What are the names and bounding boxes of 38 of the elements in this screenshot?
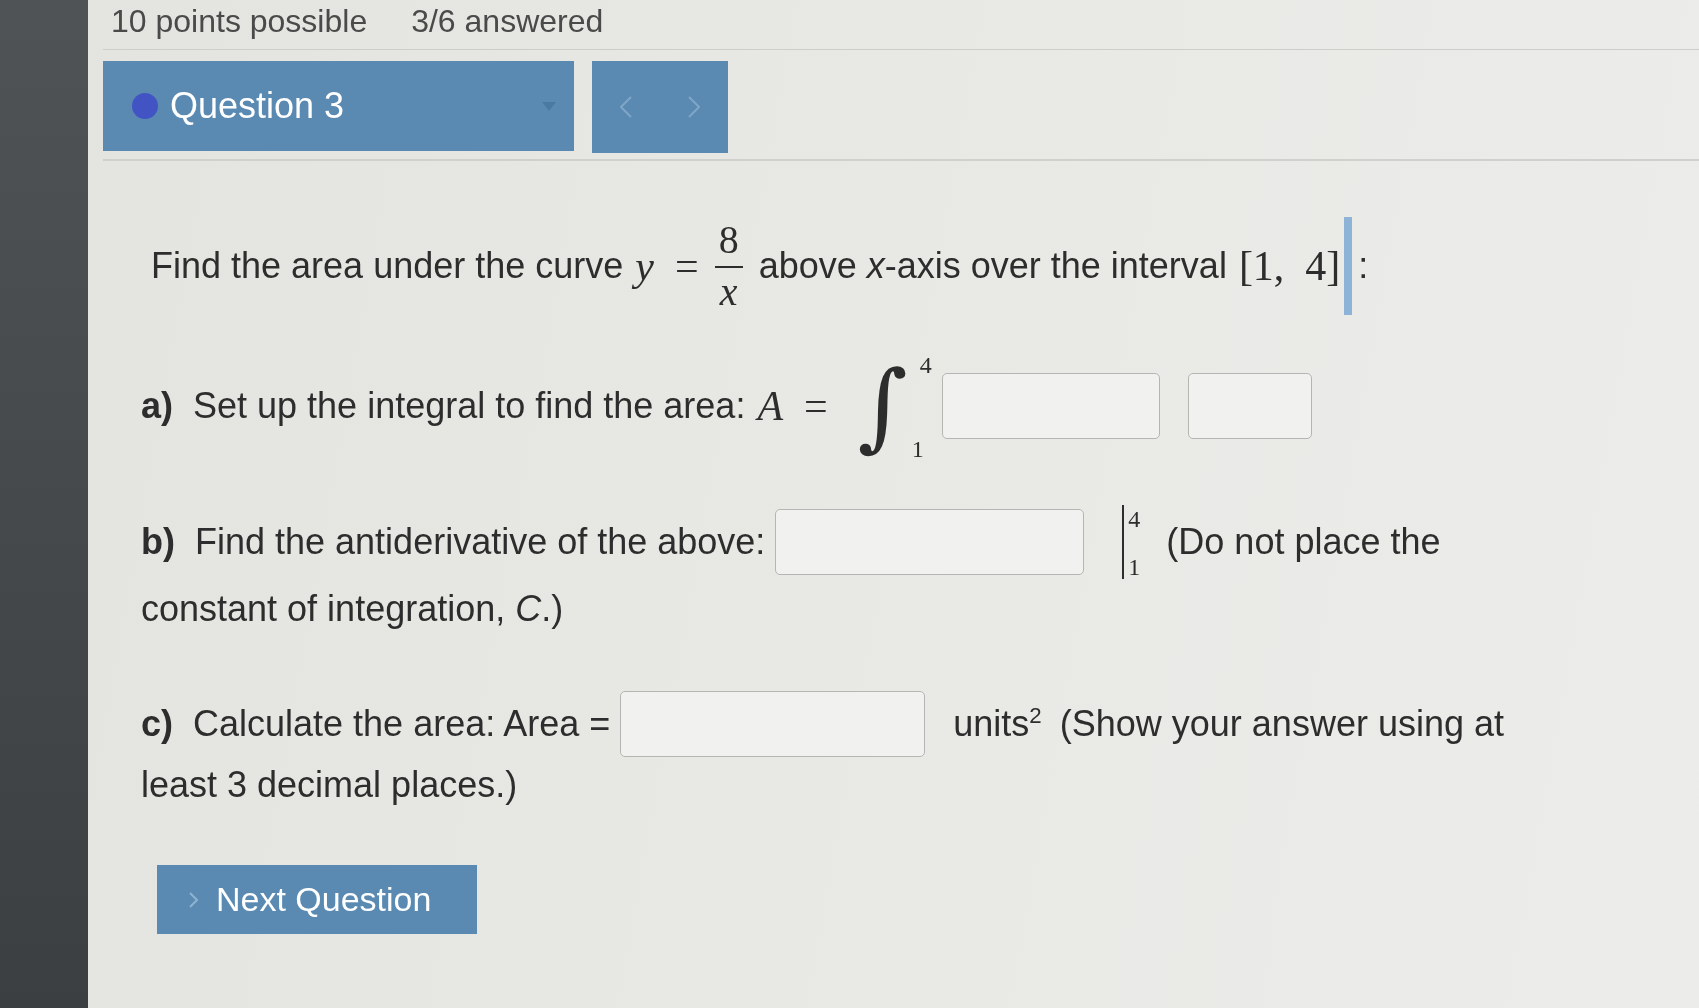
answer-field[interactable] <box>941 373 1160 439</box>
question-text: (Show your answer using at <box>1059 703 1504 745</box>
lower-limit: 1 <box>911 437 924 461</box>
chevron-left-icon <box>620 96 632 118</box>
points-possible: 10 points possible <box>111 2 368 40</box>
part-label: a) <box>141 385 173 427</box>
chevron-right-icon <box>688 96 700 118</box>
question-text: Set up the integral to find the area: <box>193 385 746 427</box>
question-dropdown[interactable]: Question 3 <box>103 61 574 151</box>
upper-limit: 4 <box>1128 507 1141 531</box>
part-label: b) <box>141 521 175 563</box>
chevron-right-icon <box>189 891 198 908</box>
question-text: Find the area under the curve <box>151 245 624 287</box>
math-expression: A = <box>757 382 828 430</box>
upper-limit: 4 <box>919 353 932 377</box>
status-dot-icon <box>132 93 158 119</box>
next-button[interactable] <box>688 96 700 118</box>
answer-field[interactable] <box>620 691 926 757</box>
fraction-denominator: x <box>718 268 739 312</box>
vertical-bar-icon <box>1122 505 1125 579</box>
answered-count: 3/6 answered <box>411 2 604 40</box>
question-text: : <box>1358 245 1369 287</box>
next-question-button[interactable]: Next Question <box>157 865 477 934</box>
question-text: (Do not place the <box>1166 521 1441 563</box>
answer-field[interactable] <box>775 509 1085 575</box>
question-text: Calculate the area: Area = <box>193 703 611 745</box>
question-text: units$^{2}$ <box>953 703 1042 745</box>
part-label: c) <box>141 703 173 745</box>
question-text: constant of integration, C.) <box>141 587 564 631</box>
fraction-numerator: 8 <box>717 220 740 264</box>
math-expression: [1, 4] <box>1238 242 1341 290</box>
question-text: above x-axis over the interval <box>758 245 1227 287</box>
integral-sign: ∫ <box>857 349 908 463</box>
question-text: least 3 decimal places.) <box>141 763 518 807</box>
lower-limit: 1 <box>1128 555 1141 579</box>
answer-field[interactable] <box>1187 373 1312 439</box>
question-text: Find the antiderivative of the above: <box>195 521 766 563</box>
previous-button[interactable] <box>620 96 632 118</box>
